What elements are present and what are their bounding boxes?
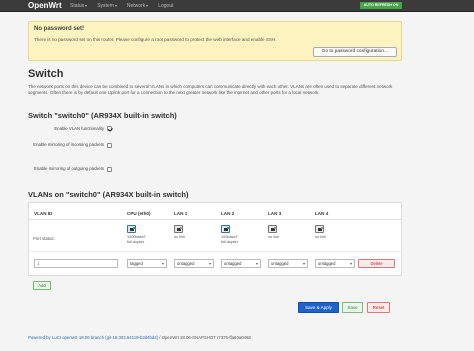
footer: Powered by LuCI openwrt-18.06 branch (gi… [28,335,251,340]
chevron-down-icon [85,4,88,7]
auto-refresh-toggle[interactable]: AUTO REFRESH ON [360,2,402,9]
switch-section-title: Switch "switch0" (AR934X built-in switch… [28,111,177,120]
ethernet-port-icon [174,225,183,233]
enable-vlan-checkbox[interactable] [107,126,112,131]
chevron-down-icon [146,4,149,7]
ethernet-port-icon [315,225,324,233]
nav-network[interactable]: Network [127,3,149,9]
add-vlan-button[interactable]: Add [33,281,51,290]
cpu-membership-select[interactable]: tagged [127,259,167,268]
nav-system[interactable]: System [97,3,117,9]
page-description: The network ports on this device can be … [28,84,393,95]
mirror-outgoing-checkbox[interactable] [107,167,112,172]
lan3-membership-select[interactable]: untagged [268,259,308,268]
luci-version-link[interactable]: Powered by LuCI openwrt-18.06 branch (gi… [28,335,158,340]
header-lan4: LAN 4 [315,211,329,216]
mirror-outgoing-label: Enable mirroring of outgoing packets [34,166,104,171]
brand-logo[interactable]: OpenWrt [28,1,62,10]
vlan-id-input[interactable]: 1 [34,259,118,268]
alert-title: No password set! [34,26,85,32]
header-lan2: LAN 2 [221,211,235,216]
save-apply-button[interactable]: Save & Apply [298,302,339,313]
mirror-incoming-checkbox[interactable] [107,143,112,148]
vlan-table: VLAN ID CPU (eth0) LAN 1 LAN 2 LAN 3 LAN… [28,202,402,276]
table-header-divider [29,219,401,220]
go-to-password-button[interactable]: Go to password configuration... [312,47,397,57]
main-nav: Status System Network Logout [70,3,174,9]
alert-text: There is no password set on this router.… [34,37,277,42]
openwrt-version: / OpenWrt 18.06-SNAPSHOT r7376-ffa60a046… [158,335,251,340]
reset-button[interactable]: Reset [367,302,390,313]
ethernet-port-icon [127,225,136,233]
page-title: Switch [28,68,64,80]
lan1-membership-select[interactable]: untagged [174,259,214,268]
chevron-down-icon [114,4,117,7]
ethernet-port-icon [268,225,277,233]
top-navbar: OpenWrt Status System Network Logout AUT… [0,0,474,12]
nav-logout[interactable]: Logout [158,3,173,9]
no-password-alert: No password set! There is no password se… [28,21,402,61]
nav-status[interactable]: Status [70,3,88,9]
port-status-label: Port status: [33,236,55,241]
enable-vlan-label: Enable VLAN functionality [54,126,104,131]
delete-vlan-button[interactable]: Delete [358,259,395,268]
header-lan3: LAN 3 [268,211,282,216]
header-vlan-id: VLAN ID [34,211,53,216]
lan4-membership-select[interactable]: untagged [315,259,355,268]
row-divider [29,251,401,252]
save-button[interactable]: Save [342,302,363,313]
mirror-incoming-label: Enable mirroring of incoming packets [33,142,104,147]
header-lan1: LAN 1 [174,211,188,216]
vlan-section-title: VLANs on "switch0" (AR934X built-in swit… [28,190,189,199]
ethernet-port-icon [221,225,230,233]
header-cpu: CPU (eth0) [127,211,151,216]
lan2-membership-select[interactable]: untagged [221,259,261,268]
